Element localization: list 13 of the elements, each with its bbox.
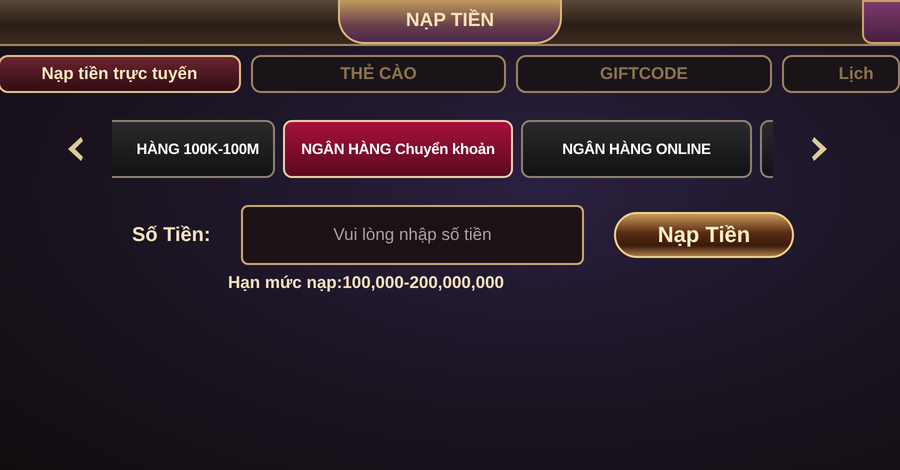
header-title: NẠP TIỀN: [338, 0, 562, 44]
method-tab[interactable]: NGÂN HÀNG Chuyển khoản: [283, 120, 513, 178]
tab[interactable]: Lịch: [782, 55, 900, 93]
limit-text: Hạn mức nạp:100,000-200,000,000: [228, 273, 504, 293]
tab[interactable]: GIFTCODE: [516, 55, 772, 93]
method-tab[interactable]: HÀNG 100K-100M: [112, 120, 275, 178]
amount-field[interactable]: Vui lòng nhập số tiền: [241, 205, 584, 265]
tab[interactable]: THẺ CÀO: [250, 55, 506, 93]
deposit-button[interactable]: Nạp Tiền: [614, 212, 794, 258]
tab[interactable]: Nạp tiền trực tuyến: [0, 55, 241, 93]
amount-label: Số Tiền:: [132, 224, 212, 246]
corner-button[interactable]: [862, 0, 900, 44]
method-tab[interactable]: NGÂN HÀNG ONLINE: [521, 120, 752, 178]
